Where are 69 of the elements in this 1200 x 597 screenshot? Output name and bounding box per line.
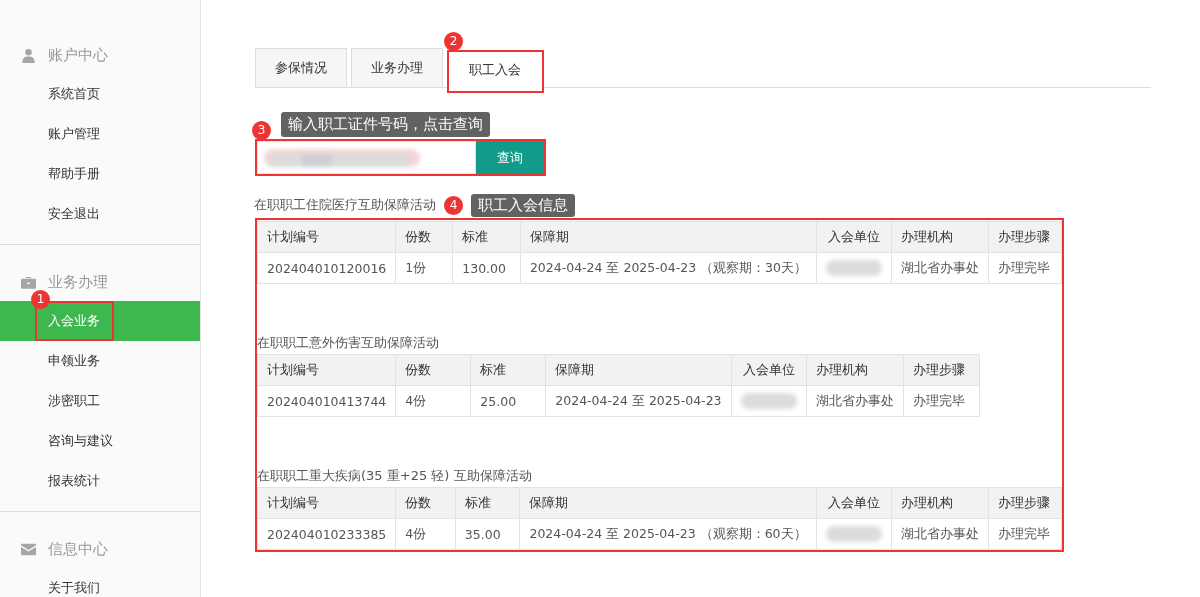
column-header: 保障期	[545, 354, 732, 386]
table-cell: 202404010413744	[257, 385, 396, 417]
section-title: 在职职工意外伤害互助保障活动	[257, 334, 440, 352]
sidebar-item[interactable]: 安全退出	[0, 194, 200, 234]
column-header: 标准	[470, 354, 546, 386]
column-header: 份数	[395, 487, 456, 519]
envelope-icon	[21, 541, 36, 557]
table-cell: 湖北省办事处	[806, 385, 904, 417]
table-cell: 办理完毕	[903, 385, 980, 417]
table-cell: 2024-04-24 至 2025-04-23 （观察期：30天）	[520, 252, 817, 284]
tab[interactable]: 业务办理	[351, 48, 443, 88]
sidebar-group-title: 信息中心	[48, 539, 108, 559]
briefcase-icon	[21, 274, 36, 290]
table-cell: 湖北省办事处	[891, 252, 989, 284]
sidebar-item[interactable]: 涉密职工	[0, 381, 200, 421]
column-header: 入会单位	[731, 354, 807, 386]
column-header: 保障期	[520, 221, 817, 253]
table-cell: 2024-04-24 至 2025-04-23	[545, 385, 732, 417]
column-header: 标准	[455, 487, 520, 519]
sidebar-item[interactable]: 系统首页	[0, 74, 200, 114]
column-header: 保障期	[519, 487, 817, 519]
sidebar-item[interactable]: 帮助手册	[0, 154, 200, 194]
column-header: 份数	[395, 221, 453, 253]
table-cell: 35.00	[455, 518, 520, 550]
sidebar-item[interactable]: 申领业务	[0, 341, 200, 381]
tab[interactable]: 参保情况	[255, 48, 347, 88]
annotation-badge: 3	[252, 121, 271, 140]
sidebar-item[interactable]: 咨询与建议	[0, 421, 200, 461]
table-cell: 202404010233385	[257, 518, 396, 550]
column-header: 计划编号	[257, 487, 396, 519]
column-header: 办理机构	[891, 487, 989, 519]
table-cell: 4份	[395, 518, 456, 550]
section-title: 在职职工住院医疗互助保障活动	[254, 196, 436, 214]
sidebar-item[interactable]: 账户管理	[0, 114, 200, 154]
table-cell: 202404010120016	[257, 252, 396, 284]
column-header: 办理机构	[891, 221, 989, 253]
redacted-blur	[740, 393, 797, 410]
column-header: 办理步骤	[988, 487, 1062, 519]
annotation-badge: 2	[444, 32, 463, 51]
redacted-blur	[825, 526, 882, 543]
search-field[interactable]	[257, 141, 476, 174]
column-header: 办理步骤	[903, 354, 980, 386]
table-cell: 湖北省办事处	[891, 518, 989, 550]
column-header: 计划编号	[257, 354, 396, 386]
sidebar-group-title: 业务办理	[48, 272, 108, 292]
column-header: 办理步骤	[988, 221, 1062, 253]
tooltip: 输入职工证件号码，点击查询	[281, 112, 490, 137]
user-icon	[21, 47, 36, 63]
sidebar-item[interactable]: 报表统计	[0, 461, 200, 501]
annotation-badge: 1	[31, 290, 50, 309]
column-header: 入会单位	[816, 487, 892, 519]
table-cell: 4份	[395, 385, 471, 417]
section-title: 在职职工重大疾病(35 重+25 轻) 互助保障活动	[257, 467, 533, 485]
tooltip: 职工入会信息	[471, 193, 575, 217]
column-header: 计划编号	[257, 221, 396, 253]
column-header: 份数	[395, 354, 471, 386]
table-cell: 130.00	[452, 252, 521, 284]
sidebar-item[interactable]: 关于我们	[0, 568, 200, 597]
column-header: 办理机构	[806, 354, 904, 386]
annotation-badge: 4	[444, 195, 463, 215]
column-header: 入会单位	[816, 221, 892, 253]
redacted-blur	[826, 260, 882, 277]
table-cell: 1份	[395, 252, 453, 284]
table-cell: 办理完毕	[988, 518, 1062, 550]
table-cell: 办理完毕	[988, 252, 1062, 284]
column-header: 标准	[452, 221, 521, 253]
sidebar-group-title: 账户中心	[48, 45, 108, 65]
table-cell: 25.00	[470, 385, 546, 417]
table-cell: 2024-04-24 至 2025-04-23 （观察期：60天）	[519, 518, 817, 550]
